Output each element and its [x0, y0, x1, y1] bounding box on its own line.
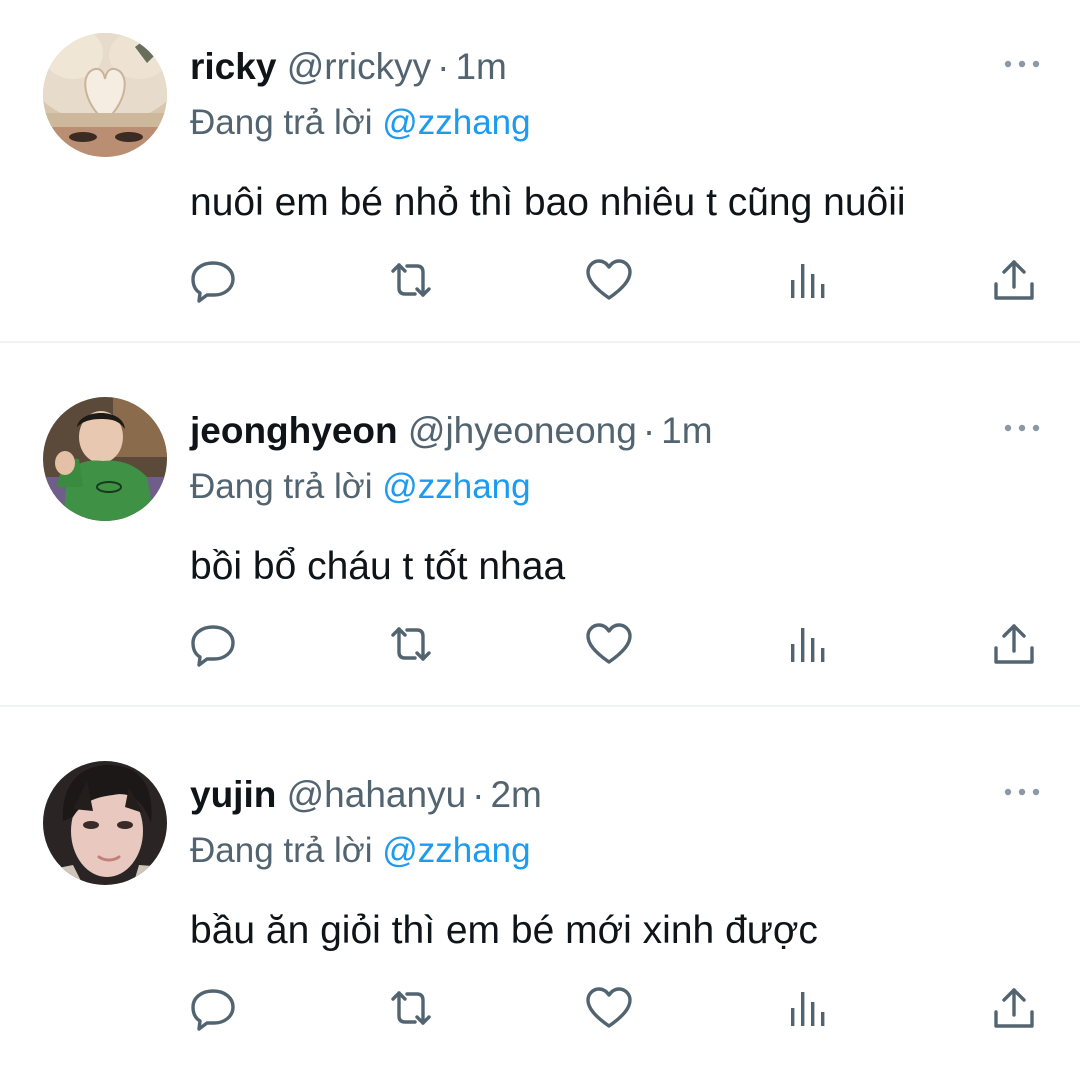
- tweet-actions: [0, 618, 1080, 678]
- reply-icon[interactable]: [187, 982, 239, 1034]
- share-icon[interactable]: [988, 618, 1040, 670]
- avatar-photo-icon: [43, 33, 167, 157]
- tweet-header: jeonghyeon @jhyeoneong · 1m: [190, 408, 713, 454]
- replying-to-label: Đang trả lời: [190, 831, 373, 870]
- mention-link[interactable]: @zzhang: [382, 831, 530, 870]
- display-name[interactable]: ricky: [190, 46, 276, 87]
- separator-dot: ·: [472, 774, 485, 815]
- retweet-icon[interactable]: [385, 254, 437, 306]
- display-name[interactable]: jeonghyeon: [190, 410, 398, 451]
- avatar-ricky[interactable]: [43, 33, 167, 157]
- tweet-text: nuôi em bé nhỏ thì bao nhiêu t cũng nuôi…: [190, 181, 906, 224]
- avatar-photo-icon: [43, 761, 167, 885]
- timestamp[interactable]: 1m: [455, 46, 506, 87]
- mention-link[interactable]: @zzhang: [382, 103, 530, 142]
- more-icon[interactable]: [1000, 54, 1044, 74]
- replying-to-label: Đang trả lời: [190, 467, 373, 506]
- retweet-icon[interactable]: [385, 618, 437, 670]
- replying-to: Đang trả lời @zzhang: [190, 100, 531, 146]
- user-handle[interactable]: @hahanyu: [287, 774, 467, 815]
- retweet-icon[interactable]: [385, 982, 437, 1034]
- mention-link[interactable]: @zzhang: [382, 467, 530, 506]
- heart-icon[interactable]: [583, 254, 635, 306]
- tweet-actions: [0, 254, 1080, 314]
- replying-to-label: Đang trả lời: [190, 103, 373, 142]
- share-icon[interactable]: [988, 254, 1040, 306]
- tweet-reply-yujin[interactable]: yujin @hahanyu · 2m Đang trả lời @zzhang b…: [0, 728, 1080, 1092]
- replying-to: Đang trả lời @zzhang: [190, 464, 531, 510]
- timestamp[interactable]: 2m: [490, 774, 541, 815]
- separator-dot: ·: [642, 410, 656, 451]
- display-name[interactable]: yujin: [190, 774, 276, 815]
- tweet-text: bồi bổ cháu t tốt nhaa: [190, 545, 566, 588]
- tweet-header: ricky @rrickyy · 1m: [190, 44, 507, 90]
- tweet-reply-jeonghyeon[interactable]: jeonghyeon @jhyeoneong · 1m Đang trả lời @…: [0, 364, 1080, 728]
- tweet-text: bầu ăn giỏi thì em bé mới xinh được: [190, 909, 818, 952]
- reply-icon[interactable]: [187, 618, 239, 670]
- tweet-header: yujin @hahanyu · 2m: [190, 772, 542, 818]
- avatar-photo-icon: [43, 397, 167, 521]
- views-icon[interactable]: [781, 618, 833, 670]
- timestamp[interactable]: 1m: [661, 410, 712, 451]
- user-handle[interactable]: @jhyeoneong: [408, 410, 637, 451]
- separator-dot: ·: [437, 46, 450, 87]
- tweet-actions: [0, 982, 1080, 1042]
- views-icon[interactable]: [781, 254, 833, 306]
- divider: [0, 705, 1080, 707]
- share-icon[interactable]: [988, 982, 1040, 1034]
- reply-icon[interactable]: [187, 254, 239, 306]
- divider: [0, 341, 1080, 343]
- avatar-jeonghyeon[interactable]: [43, 397, 167, 521]
- heart-icon[interactable]: [583, 982, 635, 1034]
- more-icon[interactable]: [1000, 418, 1044, 438]
- avatar-yujin[interactable]: [43, 761, 167, 885]
- views-icon[interactable]: [781, 982, 833, 1034]
- replying-to: Đang trả lời @zzhang: [190, 828, 531, 874]
- user-handle[interactable]: @rrickyy: [287, 46, 431, 87]
- more-icon[interactable]: [1000, 782, 1044, 802]
- heart-icon[interactable]: [583, 618, 635, 670]
- tweet-reply-ricky[interactable]: ricky @rrickyy · 1m Đang trả lời @zzhang n…: [0, 0, 1080, 364]
